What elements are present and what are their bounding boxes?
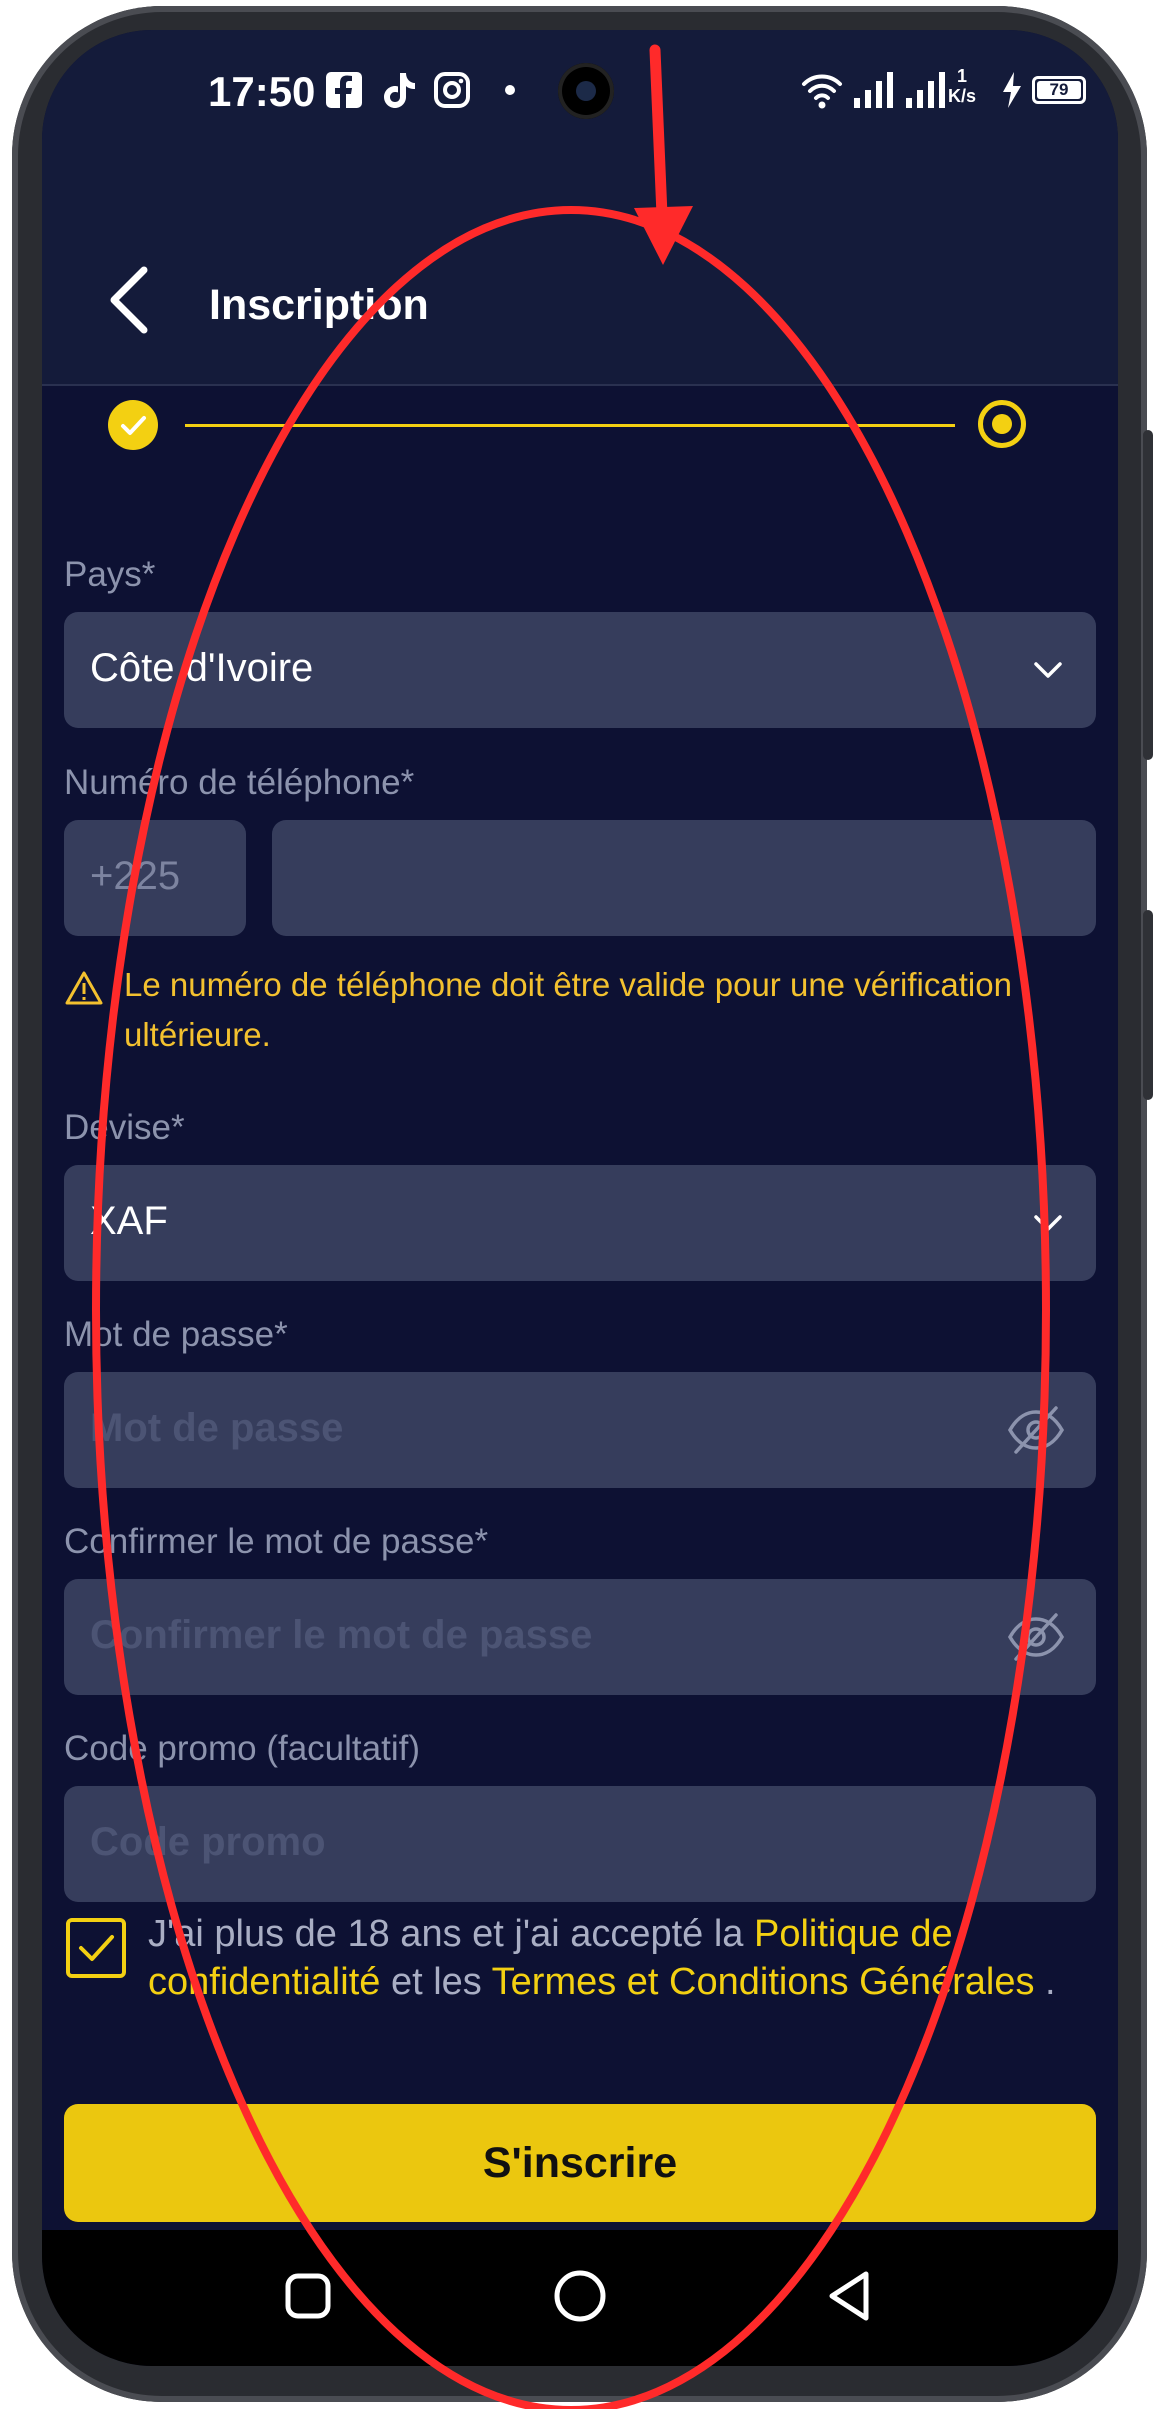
signal-icon (854, 72, 893, 108)
promo-label: Code promo (facultatif) (64, 1729, 420, 1768)
phone-number-input[interactable] (272, 820, 1096, 936)
home-icon[interactable] (550, 2266, 610, 2326)
volume-button (1143, 910, 1153, 1100)
wifi-icon (802, 74, 842, 109)
app-header: Inscription (42, 150, 1118, 386)
system-nav-bar (42, 2230, 1118, 2366)
page-title: Inscription (209, 281, 429, 329)
chevron-down-icon (1034, 662, 1062, 678)
country-value: Côte d'Ivoire (90, 646, 314, 690)
stepper-progress-line (185, 424, 955, 427)
power-button (1143, 430, 1153, 760)
chevron-down-icon (1034, 1215, 1062, 1231)
warning-icon (65, 971, 103, 1005)
promo-input[interactable]: Code promo (64, 1786, 1096, 1902)
register-button[interactable]: S'inscrire (64, 2104, 1096, 2222)
app-screen: 17:50 1 K/s 79 Inscription Pays* Côte d'… (42, 30, 1118, 2366)
instagram-icon (434, 72, 470, 108)
back-nav-icon[interactable] (820, 2266, 880, 2326)
confirm-password-input[interactable]: Confirmer le mot de passe (64, 1579, 1096, 1695)
currency-value: XAF (90, 1199, 168, 1243)
eye-off-icon[interactable] (1006, 1404, 1066, 1456)
check-icon (121, 416, 146, 435)
password-label: Mot de passe* (64, 1315, 288, 1354)
currency-label: Devise* (64, 1108, 185, 1147)
eye-off-icon[interactable] (1006, 1611, 1066, 1663)
notification-dot-icon (505, 85, 515, 95)
status-bar: 17:50 1 K/s 79 (42, 30, 1118, 150)
terms-conditions-link[interactable]: Termes et Conditions Générales (492, 1961, 1035, 2003)
country-select[interactable]: Côte d'Ivoire (64, 612, 1096, 728)
facebook-icon (326, 72, 362, 108)
currency-select[interactable]: XAF (64, 1165, 1096, 1281)
tiktok-icon (384, 73, 415, 108)
check-icon (79, 1935, 114, 1961)
password-placeholder: Mot de passe (90, 1406, 344, 1450)
recent-apps-icon[interactable] (278, 2266, 338, 2326)
step-current (978, 400, 1026, 448)
signal-icon (906, 72, 945, 108)
terms-checkbox[interactable] (66, 1918, 126, 1978)
phone-warning-text: Le numéro de téléphone doit être valide … (124, 966, 1012, 1053)
battery-indicator: 79 (1032, 76, 1086, 104)
terms-text: J'ai plus de 18 ans et j'ai accepté la P… (148, 1913, 1056, 2003)
chevron-left-icon[interactable] (96, 260, 166, 340)
confirm-password-placeholder: Confirmer le mot de passe (90, 1613, 593, 1657)
network-speed: 1 K/s (948, 66, 977, 106)
password-input[interactable]: Mot de passe (64, 1372, 1096, 1488)
phone-prefix: +225 (90, 854, 181, 898)
step-completed (108, 400, 158, 450)
phone-label: Numéro de téléphone* (64, 763, 415, 802)
battery-level: 79 (1037, 81, 1081, 99)
phone-prefix-field[interactable]: +225 (64, 820, 246, 936)
status-time: 17:50 (208, 68, 316, 115)
confirm-password-label: Confirmer le mot de passe* (64, 1522, 489, 1561)
charging-icon (1003, 72, 1021, 108)
promo-placeholder: Code promo (90, 1820, 326, 1864)
country-label: Pays* (64, 555, 156, 594)
front-camera (558, 63, 614, 119)
